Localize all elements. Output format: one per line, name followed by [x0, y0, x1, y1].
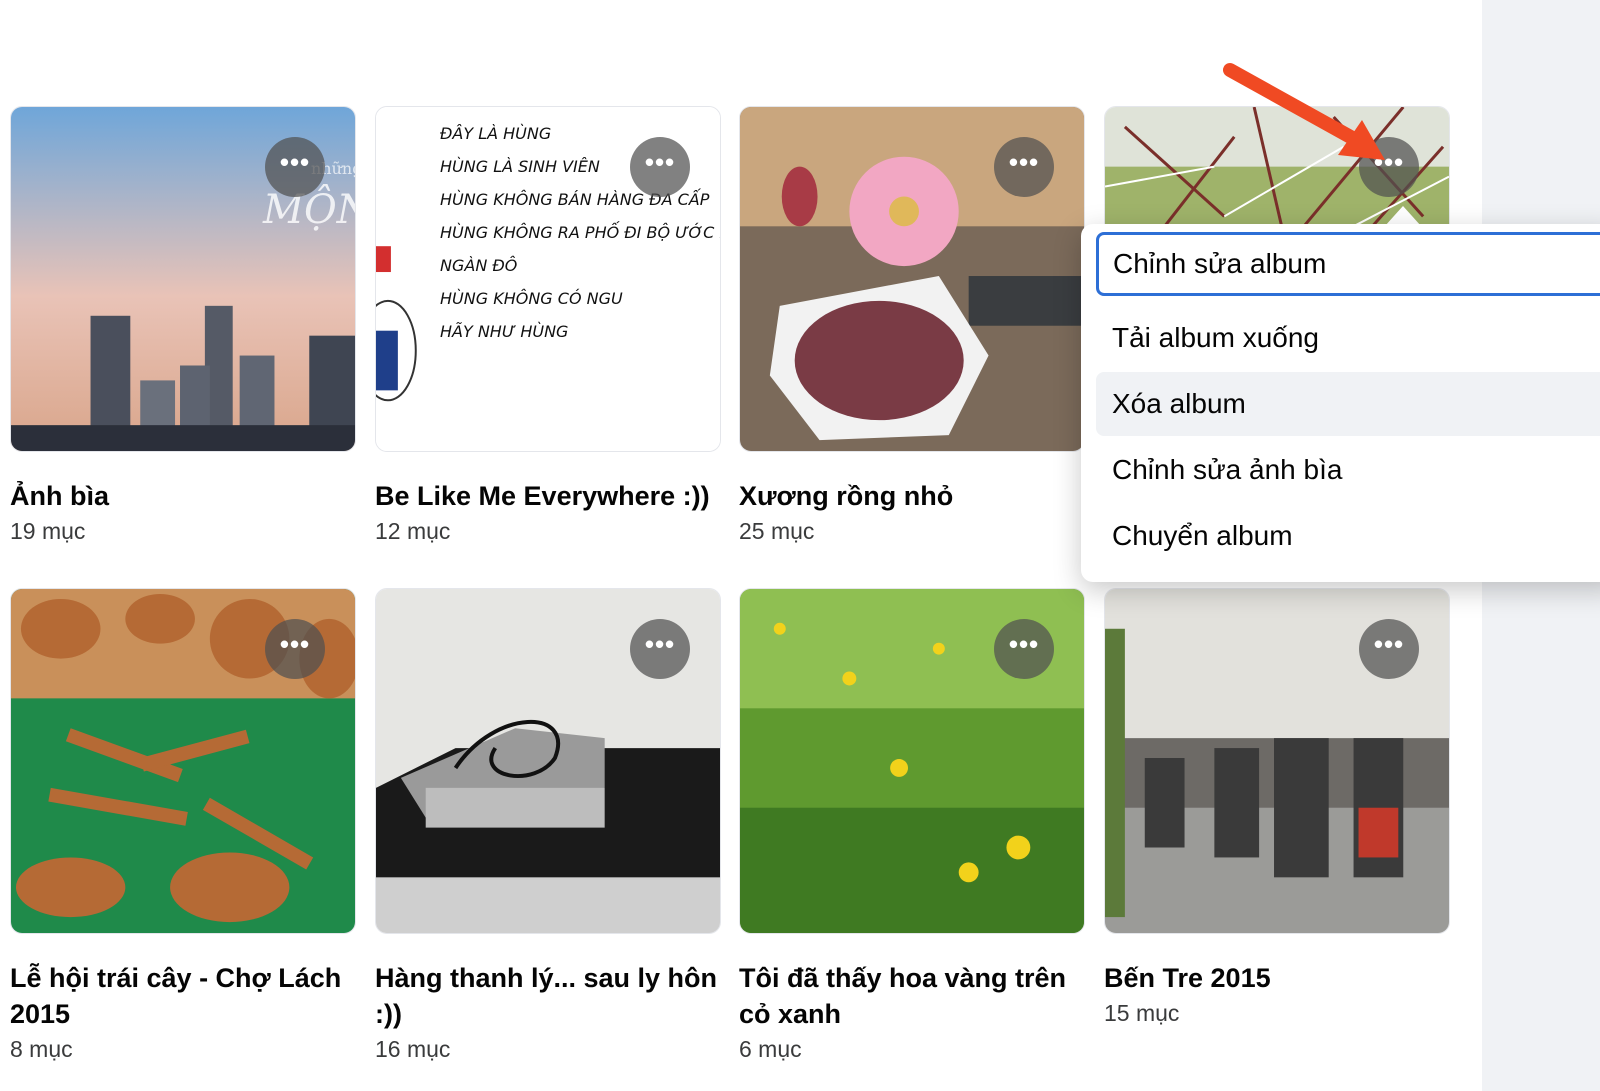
album-title[interactable]: Ảnh bìa [10, 478, 370, 514]
album-item-count: 8 mục [10, 1036, 73, 1062]
album-options-button[interactable]: ••• [265, 137, 325, 197]
album-title[interactable]: Be Like Me Everywhere :)) [375, 478, 735, 514]
album-cover-motorbike-traffic[interactable]: ••• [1104, 588, 1450, 934]
album-options-button[interactable]: ••• [630, 137, 690, 197]
album-item-count: 6 mục [739, 1036, 802, 1062]
menu-item-edit-album[interactable]: Chỉnh sửa album [1096, 232, 1600, 296]
more-icon: ••• [279, 147, 311, 177]
album-cover-wood-crafts[interactable]: ••• [10, 588, 356, 934]
album-item-count: 16 mục [375, 1036, 451, 1062]
menu-item-move-album[interactable]: Chuyển album [1096, 504, 1600, 568]
album-cover-grass-flowers[interactable]: ••• [739, 588, 1085, 934]
cover-text-line: HÃY NHƯ HÙNG [440, 322, 569, 341]
album-options-button[interactable]: ••• [265, 619, 325, 679]
album-options-button[interactable]: ••• [994, 619, 1054, 679]
more-icon: ••• [644, 147, 676, 177]
cover-overlay-text: MỘNG [263, 187, 355, 233]
album-options-button[interactable]: ••• [994, 137, 1054, 197]
album-options-button[interactable]: ••• [1359, 619, 1419, 679]
album-title[interactable]: Xương rồng nhỏ [739, 478, 1099, 514]
cover-text-line: HÙNG KHÔNG CÓ NGU [440, 289, 623, 308]
menu-item-download-album[interactable]: Tải album xuống [1096, 306, 1600, 370]
more-icon: ••• [1008, 629, 1040, 659]
album-title[interactable]: Lễ hội trái cây - Chợ Lách 2015 [10, 960, 370, 1032]
more-icon: ••• [644, 629, 676, 659]
cover-text-line: NGÀN ĐÔ [440, 256, 518, 275]
album-item-count: 25 mục [739, 518, 815, 544]
more-icon: ••• [1373, 629, 1405, 659]
album-item-count: 12 mục [375, 518, 451, 544]
menu-caret [1385, 206, 1421, 226]
annotation-arrow-icon [1223, 63, 1385, 160]
album-cover-dvd-player[interactable]: ••• [375, 588, 721, 934]
album-item-count: 15 mục [1104, 1000, 1180, 1026]
album-title[interactable]: Bến Tre 2015 [1104, 960, 1464, 996]
album-cover-cactus[interactable]: ••• [739, 106, 1085, 452]
album-title[interactable]: Hàng thanh lý... sau ly hôn :)) [375, 960, 735, 1032]
album-title[interactable]: Tôi đã thấy hoa vàng trên cỏ xanh [739, 960, 1099, 1032]
album-cover-skyline[interactable]: những MỘNG ••• [10, 106, 356, 452]
cover-text-line: HÙNG KHÔNG RA PHỐ ĐI BỘ ƯỚC LỰ [440, 223, 721, 242]
album-options-button[interactable]: ••• [630, 619, 690, 679]
album-item-count: 19 mục [10, 518, 86, 544]
album-context-menu: Chỉnh sửa album Tải album xuống Xóa albu… [1081, 224, 1600, 582]
more-icon: ••• [1008, 147, 1040, 177]
menu-item-edit-cover[interactable]: Chỉnh sửa ảnh bìa [1096, 438, 1600, 502]
menu-item-delete-album[interactable]: Xóa album [1096, 372, 1600, 436]
more-icon: ••• [279, 629, 311, 659]
album-cover-text-meme[interactable]: ĐÂY LÀ HÙNG HÙNG LÀ SINH VIÊN HÙNG KHÔNG… [375, 106, 721, 452]
